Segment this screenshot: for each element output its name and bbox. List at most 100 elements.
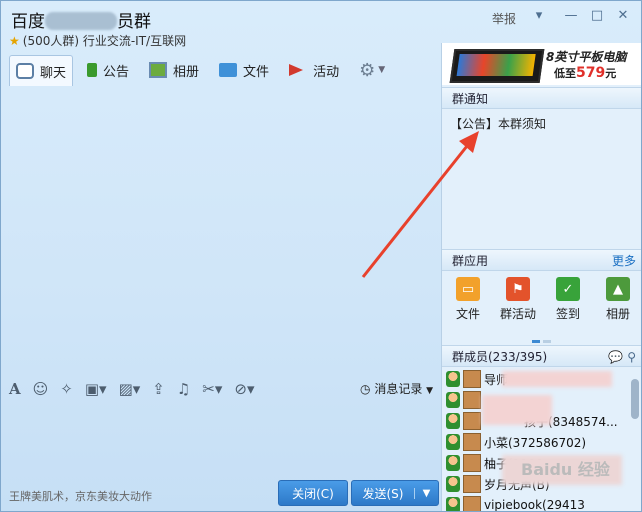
close-window-button[interactable]: ✕ [613, 7, 633, 25]
maximize-button[interactable]: □ [587, 7, 607, 25]
members-scrollbar[interactable] [631, 379, 639, 419]
app-label: 群活动 [499, 307, 536, 321]
members-count: 群成员(233/395) [452, 350, 548, 364]
gear-icon: ⚙ [359, 59, 376, 81]
report-link[interactable]: 举报 [492, 10, 516, 27]
member-item[interactable]: vipiebook(29413 [446, 495, 585, 512]
checkin-icon: ✓ [556, 277, 580, 301]
app-page-indicator [532, 332, 554, 346]
upload-icon[interactable]: ⇪ [152, 380, 165, 398]
ad-price-prefix: 低至 [554, 67, 576, 80]
settings-menu[interactable]: ⚙ ▼ [353, 55, 391, 85]
tablet-image [449, 49, 545, 83]
redacted-text [502, 371, 612, 387]
ad-price: 低至579元 [554, 65, 616, 81]
tab-label: 文件 [243, 64, 270, 80]
member-name: vipiebook(29413 [484, 498, 585, 512]
avatar [446, 497, 460, 511]
app-files[interactable]: ▭ 文件 [446, 277, 490, 322]
flag-icon: ⚑ [506, 277, 530, 301]
ad-link[interactable]: 王牌美肌术，京东美妆大动作 [9, 488, 152, 504]
album-icon: ▲ [606, 277, 630, 301]
flag-icon [289, 64, 304, 76]
send-button-group: 发送(S) ▼ [351, 480, 439, 506]
tab-activity[interactable]: 活动 [283, 55, 345, 85]
avatar [446, 392, 460, 408]
font-icon[interactable]: A [9, 380, 21, 398]
tab-label: 聊天 [40, 65, 67, 81]
window-title: 百度 员群 [11, 7, 151, 32]
ad-price-unit: 元 [605, 67, 617, 80]
title-part-left: 百度 [11, 12, 45, 32]
avatar [463, 454, 481, 472]
app-activity[interactable]: ⚑ 群活动 [496, 277, 540, 322]
app-label: 相册 [605, 307, 630, 321]
star-icon: ★ [9, 34, 20, 48]
tab-label: 公告 [103, 64, 130, 80]
member-item[interactable] [446, 390, 484, 410]
avatar [446, 455, 460, 471]
ad-price-value: 579 [576, 65, 606, 81]
group-notice-link[interactable]: 【公告】本群须知 [450, 115, 546, 132]
member-name: 小菜(372586702) [484, 435, 587, 450]
image-icon[interactable]: ▨▾ [119, 380, 141, 398]
more-apps-link[interactable]: 更多 [612, 250, 636, 272]
send-button[interactable]: 发送(S) [352, 485, 414, 502]
tab-announcement[interactable]: 公告 [81, 55, 135, 85]
chevron-down-icon: ▼ [426, 386, 434, 396]
emoji-icon[interactable]: ☺ [33, 380, 49, 398]
watermark: Baidu 经验 [521, 460, 610, 479]
message-history-button[interactable]: ◷ 消息记录 ▼ [360, 380, 433, 397]
music-icon[interactable]: ♫ [177, 380, 190, 398]
avatar [446, 413, 460, 429]
avatar [446, 371, 460, 387]
avatar [463, 433, 481, 451]
member-item[interactable]: 小菜(372586702) [446, 432, 586, 452]
member-item[interactable]: 导师 [446, 369, 508, 389]
group-apps-header: 群应用 更多 [442, 249, 641, 272]
group-notice-header: 群通知 [442, 87, 641, 109]
qq-group-chat-window: 百度 员群 ★ (500人群) 行业交流-IT/互联网 举报 ▾ — □ ✕ 聊天 … [0, 0, 642, 512]
send-options-dropdown[interactable]: ▼ [414, 487, 438, 499]
announcement-icon [87, 63, 98, 77]
history-label: 消息记录 [374, 382, 423, 396]
folder-icon: ▭ [456, 277, 480, 301]
right-panel: 8英寸平板电脑 低至579元 群通知 【公告】本群须知 群应用 更多 ▭ 文件 … [441, 43, 641, 512]
apps-header-label: 群应用 [452, 254, 489, 268]
magic-wand-icon[interactable]: ✧ [60, 380, 73, 398]
app-label: 签到 [555, 307, 580, 321]
chat-bubble-icon[interactable]: 💬 [608, 350, 623, 364]
gift-icon[interactable]: ▣▾ [85, 380, 107, 398]
tablet-ad-banner[interactable]: 8英寸平板电脑 低至579元 [442, 43, 641, 85]
search-icon[interactable]: ⚲ [627, 350, 636, 364]
app-album[interactable]: ▲ 相册 [596, 277, 640, 322]
title-part-right: 员群 [117, 12, 151, 32]
dropdown-button[interactable]: ▾ [529, 7, 549, 25]
app-label: 文件 [455, 307, 480, 321]
app-checkin[interactable]: ✓ 签到 [546, 277, 590, 322]
album-icon [149, 62, 168, 78]
block-icon[interactable]: ⊘▾ [234, 380, 254, 398]
tab-chat[interactable]: 聊天 [9, 55, 74, 86]
screenshot-scissors-icon[interactable]: ✂▾ [202, 380, 222, 398]
avatar [463, 412, 481, 430]
clock-icon: ◷ [360, 382, 371, 396]
minimize-button[interactable]: — [561, 7, 581, 25]
tab-files[interactable]: 文件 [213, 55, 275, 85]
redacted-title [45, 12, 117, 30]
avatar [446, 434, 460, 450]
tab-album[interactable]: 相册 [143, 55, 205, 85]
chat-icon [16, 63, 34, 79]
ad-title: 8英寸平板电脑 [546, 50, 627, 64]
avatar [463, 475, 481, 493]
group-members-header: 群成员(233/395) 💬 ⚲ [442, 345, 641, 368]
close-button[interactable]: 关闭(C) [278, 480, 348, 506]
chevron-down-icon: ▼ [378, 65, 386, 75]
group-subtitle: ★ (500人群) 行业交流-IT/互联网 [9, 32, 186, 49]
avatar [463, 496, 481, 511]
member-actions: 💬 ⚲ [608, 346, 636, 368]
chat-message-area[interactable] [2, 87, 440, 371]
tab-label: 活动 [313, 64, 340, 80]
avatar [463, 391, 481, 409]
folder-icon [219, 63, 238, 77]
